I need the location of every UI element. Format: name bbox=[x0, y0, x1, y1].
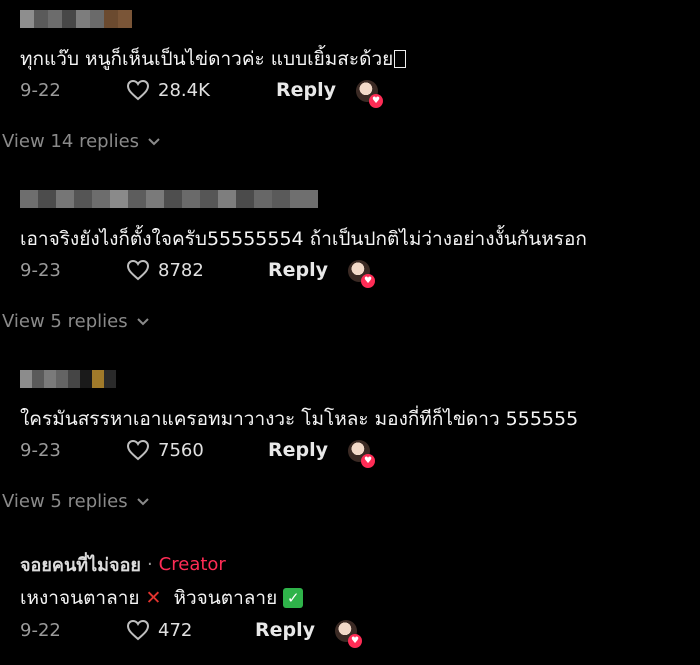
creator-liked-avatar-icon: ♥ bbox=[356, 80, 383, 108]
view-replies-button[interactable]: View 14 replies bbox=[2, 131, 161, 152]
reply-button[interactable]: Reply bbox=[255, 619, 315, 641]
reply-button[interactable]: Reply bbox=[268, 439, 328, 461]
view-replies-button[interactable]: View 5 replies bbox=[2, 311, 150, 332]
comment-author-line: จอยคนที่ไม่จอย · Creator bbox=[20, 550, 226, 579]
separator: · bbox=[146, 554, 153, 575]
blurred-username bbox=[20, 10, 132, 28]
heart-outline-icon bbox=[126, 259, 150, 281]
creator-liked-avatar-icon: ♥ bbox=[348, 440, 375, 468]
like-count: 28.4K bbox=[158, 79, 210, 101]
comment-text: เหงาจนตาลาย ✕ หิวจนตาลาย ✓ bbox=[20, 583, 304, 613]
chevron-down-icon bbox=[136, 497, 149, 505]
check-mark-icon: ✓ bbox=[283, 588, 304, 608]
author-name[interactable]: จอยคนที่ไม่จอย bbox=[20, 550, 141, 579]
comment-date: 9-23 bbox=[20, 260, 61, 281]
like-button[interactable]: 8782 bbox=[126, 259, 204, 281]
like-count: 8782 bbox=[158, 259, 204, 281]
creator-liked-avatar-icon: ♥ bbox=[335, 620, 362, 648]
like-button[interactable]: 7560 bbox=[126, 439, 204, 461]
creator-liked-avatar-icon: ♥ bbox=[348, 260, 375, 288]
cross-mark-icon: ✕ bbox=[145, 587, 162, 609]
blurred-username bbox=[20, 190, 318, 208]
missing-glyph-icon bbox=[394, 50, 407, 68]
reply-button[interactable]: Reply bbox=[268, 259, 328, 281]
comment-text: เอาจริงยังไงก็ตั้งใจครับ55555554 ถ้าเป็น… bbox=[20, 228, 587, 250]
heart-outline-icon bbox=[126, 439, 150, 461]
creator-badge: Creator bbox=[158, 554, 226, 575]
reply-button[interactable]: Reply bbox=[276, 79, 336, 101]
comment-text: ใครมันสรรหาเอาแครอทมาวางวะ โมโหละ มองกี่… bbox=[20, 408, 579, 430]
blurred-username bbox=[20, 370, 116, 388]
comment-date: 9-22 bbox=[20, 620, 61, 641]
comment-date: 9-22 bbox=[20, 80, 61, 101]
heart-outline-icon bbox=[126, 619, 150, 641]
chevron-down-icon bbox=[136, 317, 149, 325]
chevron-down-icon bbox=[148, 137, 160, 145]
like-count: 7560 bbox=[158, 439, 204, 461]
comment-date: 9-23 bbox=[20, 440, 61, 461]
heart-outline-icon bbox=[126, 79, 150, 101]
like-button[interactable]: 472 bbox=[126, 619, 192, 641]
comment-text: ทุกแว๊บ หนูก็เห็นเป็นไข่ดาวค่ะ แบบเยิ้มส… bbox=[20, 44, 407, 74]
like-button[interactable]: 28.4K bbox=[126, 79, 210, 101]
view-replies-button[interactable]: View 5 replies bbox=[2, 491, 150, 512]
like-count: 472 bbox=[158, 619, 193, 641]
